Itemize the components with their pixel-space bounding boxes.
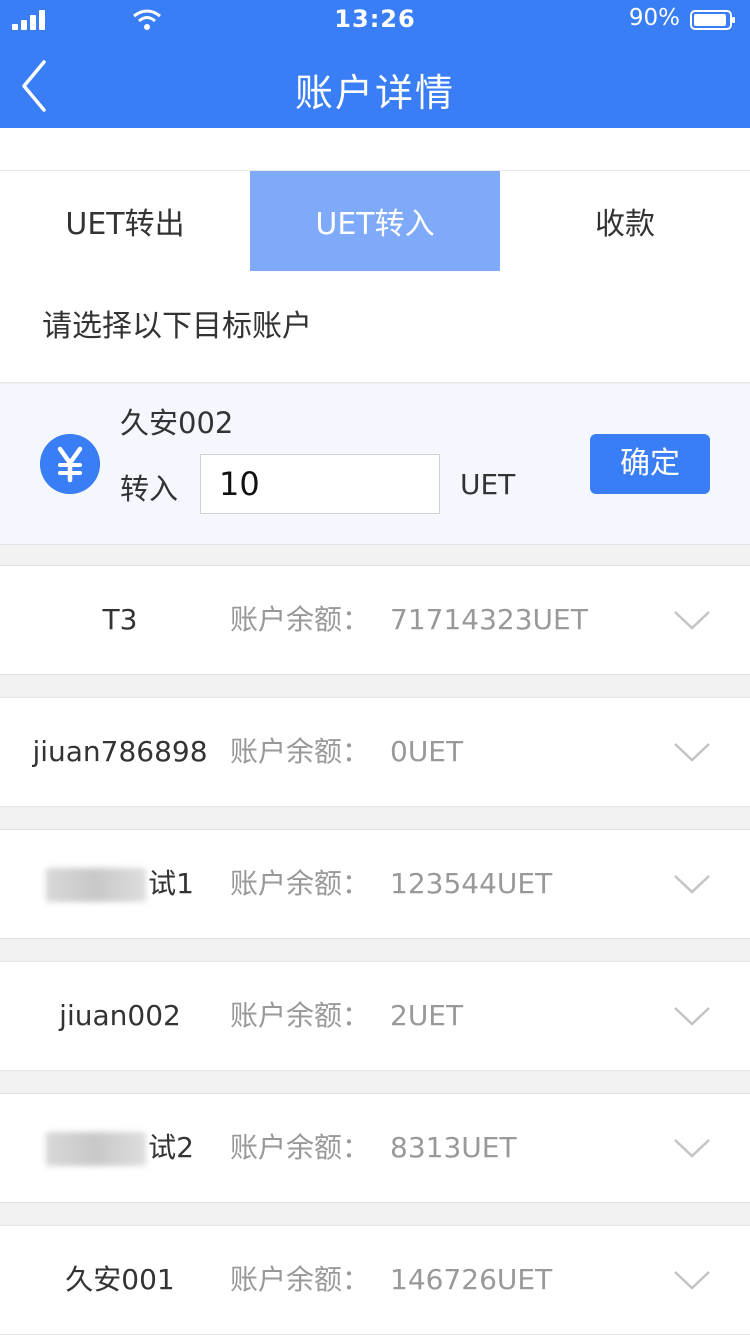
unit-label: UET bbox=[460, 468, 516, 501]
chevron-down-icon[interactable] bbox=[672, 608, 712, 632]
balance-label: 账户余额： bbox=[230, 999, 371, 1032]
redacted-text bbox=[46, 1132, 147, 1166]
account-name: jiuan002 bbox=[59, 999, 181, 1032]
balance-label: 账户余额： bbox=[230, 1263, 371, 1296]
tab-bar: UET转出 UET转入 收款 bbox=[0, 170, 750, 272]
account-row[interactable]: 试1 账户余额： 123544UET bbox=[0, 829, 750, 939]
tab-uet-out[interactable]: UET转出 bbox=[0, 171, 250, 271]
account-name-blurred: 试1 bbox=[20, 830, 220, 938]
transfer-panel: 久安002 转入 UET 确定 bbox=[0, 384, 750, 545]
spacer bbox=[0, 128, 750, 170]
account-row[interactable]: jiuan002 账户余额： 2UET bbox=[0, 961, 750, 1071]
confirm-button[interactable]: 确定 bbox=[590, 434, 710, 494]
tab-receive[interactable]: 收款 bbox=[500, 171, 750, 271]
page-title: 账户详情 bbox=[294, 71, 455, 115]
chevron-down-icon[interactable] bbox=[672, 740, 712, 764]
tab-uet-in[interactable]: UET转入 bbox=[250, 171, 500, 271]
transfer-label: 转入 bbox=[120, 472, 179, 506]
account-name: 久安001 bbox=[65, 1263, 175, 1296]
balance-value: 0UET bbox=[390, 735, 464, 768]
balance-value: 146726UET bbox=[390, 1263, 553, 1296]
account-name: jiuan786898 bbox=[32, 735, 208, 768]
account-name: 试2 bbox=[148, 1131, 194, 1164]
account-row[interactable]: 久安001 账户余额： 146726UET bbox=[0, 1225, 750, 1335]
balance-value: 123544UET bbox=[390, 867, 553, 900]
battery-icon bbox=[690, 10, 735, 30]
account-row[interactable]: T3 账户余额： 71714323UET bbox=[0, 565, 750, 675]
balance-value: 8313UET bbox=[390, 1131, 517, 1164]
nav-bar: 账户详情 bbox=[0, 40, 750, 128]
redacted-text bbox=[46, 868, 147, 902]
chevron-down-icon[interactable] bbox=[672, 1004, 712, 1028]
balance-value: 71714323UET bbox=[390, 603, 588, 636]
target-account-name: 久安002 bbox=[120, 406, 234, 440]
battery-percent: 90% bbox=[628, 5, 680, 31]
account-name: 试1 bbox=[148, 867, 194, 900]
chevron-down-icon[interactable] bbox=[672, 872, 712, 896]
amount-input[interactable] bbox=[200, 454, 440, 514]
yen-icon bbox=[40, 434, 100, 494]
balance-label: 账户余额： bbox=[230, 603, 371, 636]
app-header: 13:26 90% 账户详情 bbox=[0, 0, 750, 128]
chevron-down-icon[interactable] bbox=[672, 1268, 712, 1292]
select-account-prompt: 请选择以下目标账户 bbox=[0, 271, 750, 383]
balance-label: 账户余额： bbox=[230, 867, 371, 900]
chevron-down-icon[interactable] bbox=[672, 1136, 712, 1160]
account-row[interactable]: 试2 账户余额： 8313UET bbox=[0, 1093, 750, 1203]
balance-label: 账户余额： bbox=[230, 735, 371, 768]
status-bar: 13:26 90% bbox=[0, 0, 750, 40]
balance-label: 账户余额： bbox=[230, 1131, 371, 1164]
account-row[interactable]: jiuan786898 账户余额： 0UET bbox=[0, 697, 750, 807]
account-name: T3 bbox=[102, 603, 138, 636]
balance-value: 2UET bbox=[390, 999, 464, 1032]
account-name-blurred: 试2 bbox=[20, 1094, 220, 1202]
